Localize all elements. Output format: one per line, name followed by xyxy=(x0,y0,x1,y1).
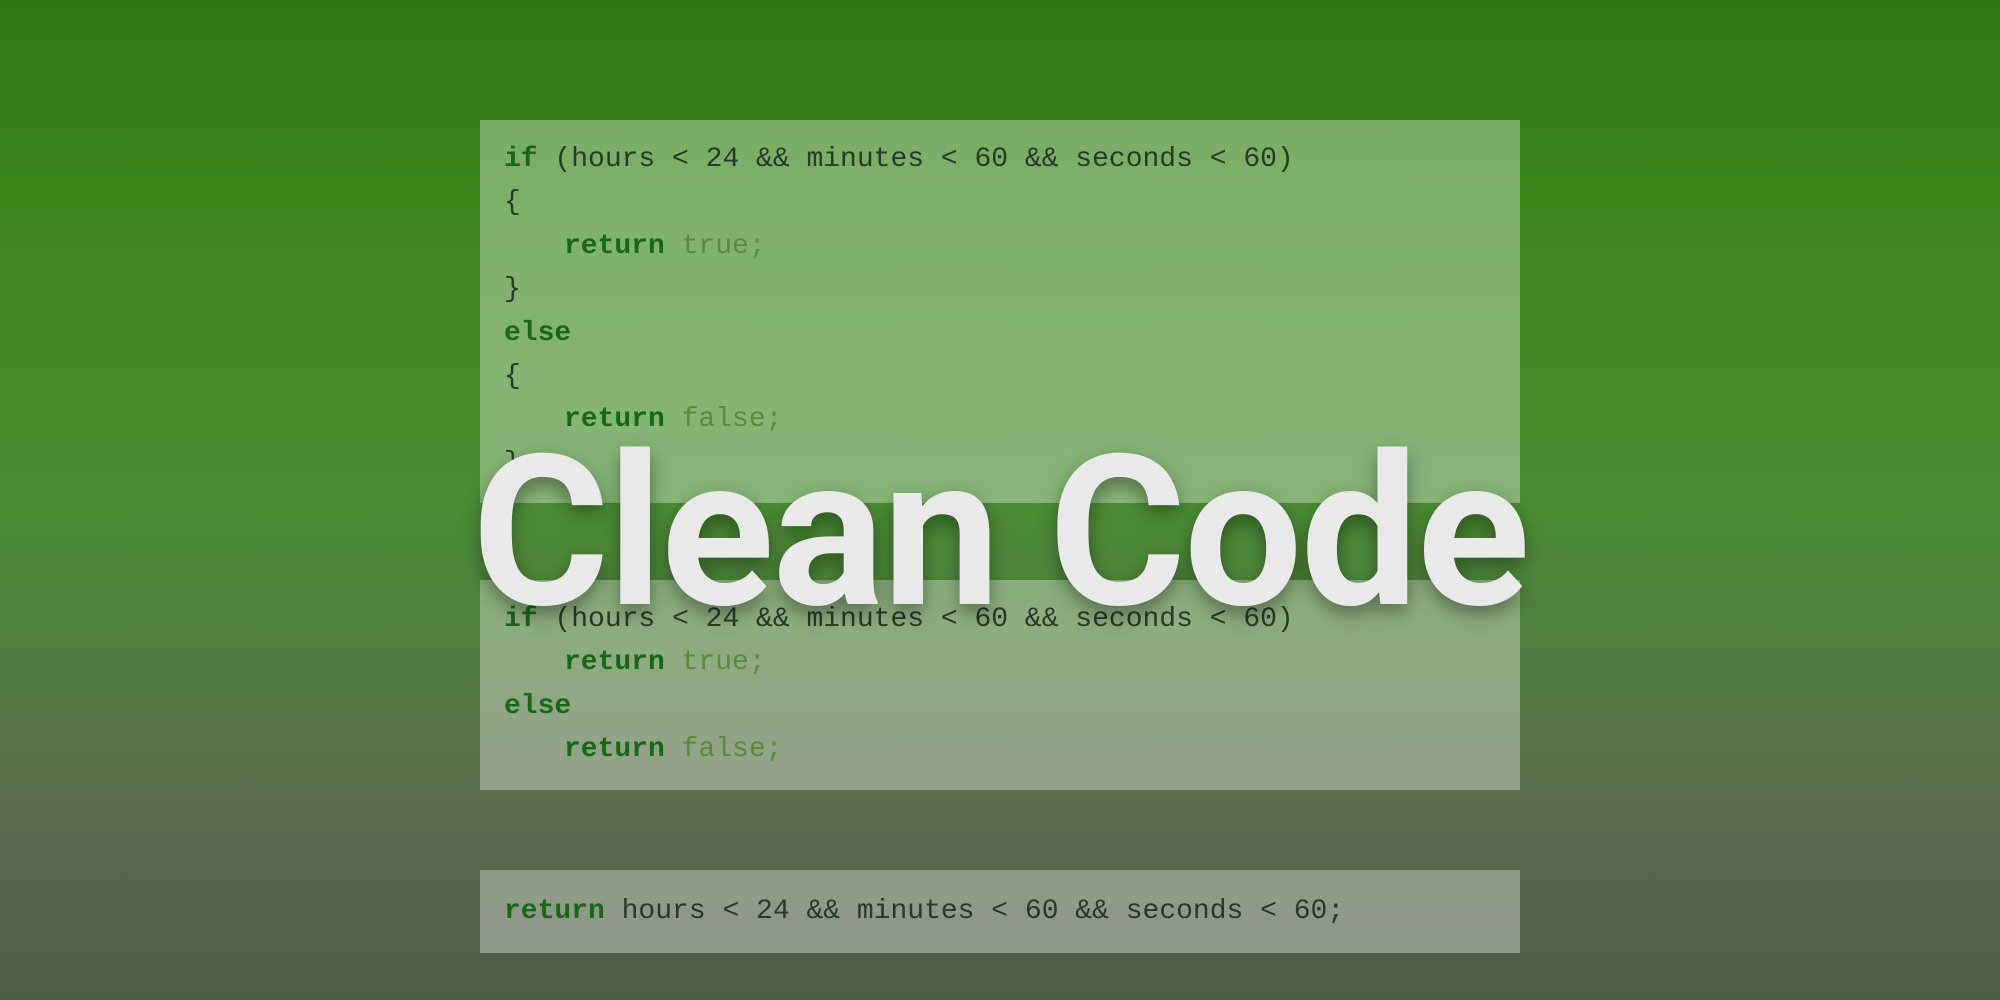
title-overlay: Clean Code xyxy=(0,410,2000,656)
code-panel-clean: return hours < 24 && minutes < 60 && sec… xyxy=(480,870,1520,953)
code-line: { xyxy=(504,181,1496,224)
code-text: true; xyxy=(665,231,766,262)
keyword-return: return xyxy=(504,896,605,927)
code-line: return false; xyxy=(504,728,1496,771)
code-line: else xyxy=(504,685,1496,728)
brace-close: } xyxy=(504,274,521,305)
keyword-return: return xyxy=(564,734,665,765)
keyword-else: else xyxy=(504,318,571,349)
code-text: (hours < 24 && minutes < 60 && seconds <… xyxy=(538,144,1294,175)
code-line: } xyxy=(504,268,1496,311)
code-line: return true; xyxy=(504,225,1496,268)
code-line: if (hours < 24 && minutes < 60 && second… xyxy=(504,138,1496,181)
keyword-return: return xyxy=(564,231,665,262)
brace-open: { xyxy=(504,187,521,218)
keyword-else: else xyxy=(504,691,571,722)
code-line: return hours < 24 && minutes < 60 && sec… xyxy=(504,890,1496,933)
code-line: { xyxy=(504,355,1496,398)
code-text: false; xyxy=(665,734,783,765)
keyword-if: if xyxy=(504,144,538,175)
brace-open: { xyxy=(504,361,521,392)
code-line: else xyxy=(504,312,1496,355)
code-text: hours < 24 && minutes < 60 && seconds < … xyxy=(605,896,1344,927)
